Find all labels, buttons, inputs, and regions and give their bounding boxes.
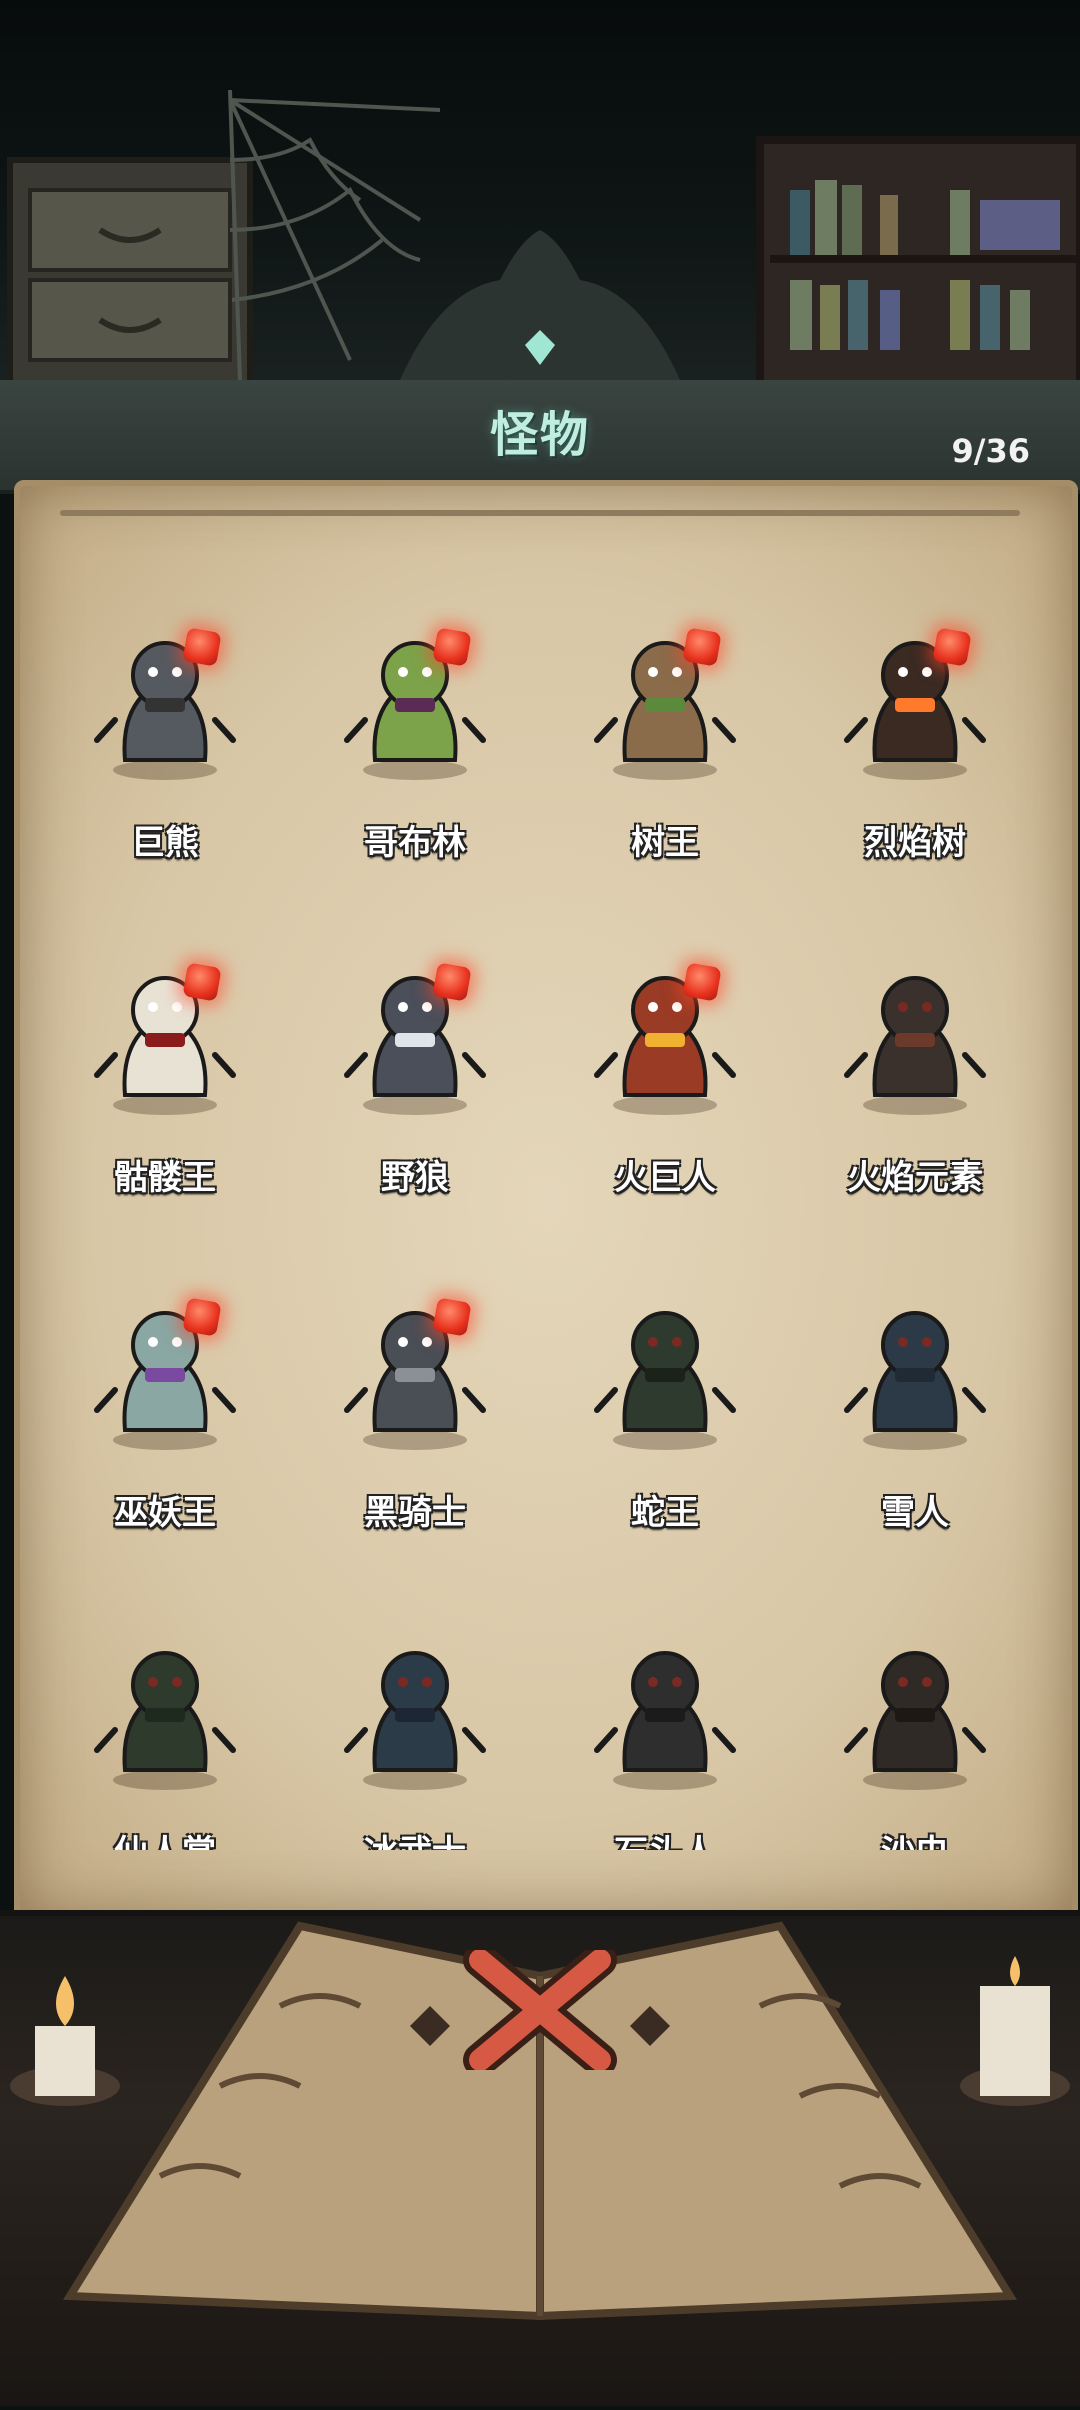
close-button[interactable] <box>460 1943 620 2077</box>
new-badge-icon <box>432 627 472 667</box>
monster-card[interactable]: 骷髅王 <box>40 935 290 1198</box>
monster-name: 石头人 <box>540 1825 790 1850</box>
new-badge-icon <box>432 962 472 1002</box>
candle-left-icon <box>10 1976 120 2106</box>
fire-elemental-icon <box>844 976 986 1115</box>
crest-ornament-icon <box>400 230 680 380</box>
collection-counter: 9/36 <box>951 432 1030 470</box>
top-scene-background <box>0 0 1080 400</box>
monster-name: 烈焰树 <box>864 823 966 863</box>
monster-card[interactable]: 火巨人 <box>540 935 790 1198</box>
new-badge-icon <box>682 962 722 1002</box>
fire-giant-icon <box>594 976 736 1115</box>
monster-name: 巫妖王 <box>114 1493 216 1533</box>
snake-king-icon <box>594 1311 736 1450</box>
goblin-icon <box>344 641 486 780</box>
monster-card[interactable]: 黑骑士 <box>290 1270 540 1533</box>
new-badge-icon <box>182 627 222 667</box>
monster-name: 冰武士 <box>290 1825 540 1850</box>
monster-card[interactable]: 哥布林 <box>290 600 540 863</box>
monster-grid: 巨熊 哥布林 树王 烈焰树 骷髅王 野狼 火巨人 火焰元素 巫妖王 黑骑士 蛇王… <box>40 600 1040 1850</box>
monster-name: 骷髅王 <box>114 1158 216 1198</box>
new-badge-icon <box>182 962 222 1002</box>
new-badge-icon <box>932 627 972 667</box>
monster-name: 野狼 <box>381 1158 449 1198</box>
lich-king-icon <box>94 1311 236 1450</box>
drawer-cabinet-icon <box>7 157 253 393</box>
sandworm-icon <box>844 1651 986 1790</box>
page-title: 怪物 <box>489 407 590 463</box>
monster-name: 巨熊 <box>131 823 199 863</box>
monster-card[interactable]: 沙虫 <box>790 1610 1040 1850</box>
monster-card[interactable]: 树王 <box>540 600 790 863</box>
cactus-icon <box>94 1651 236 1790</box>
new-badge-icon <box>682 627 722 667</box>
parchment-divider <box>60 510 1020 516</box>
treant-icon <box>594 641 736 780</box>
wolf-icon <box>344 976 486 1115</box>
monster-name: 火巨人 <box>614 1158 716 1198</box>
ice-warrior-icon <box>344 1651 486 1790</box>
monster-card[interactable]: 巫妖王 <box>40 1270 290 1533</box>
new-badge-icon <box>432 1297 472 1337</box>
bear-icon <box>94 641 236 780</box>
monster-card[interactable]: 巨熊 <box>40 600 290 863</box>
monster-card[interactable]: 冰武士 <box>290 1610 540 1850</box>
spider-web-icon <box>228 89 441 381</box>
monster-name: 黑骑士 <box>364 1493 466 1533</box>
close-x-icon <box>463 1943 617 2077</box>
black-knight-icon <box>344 1311 486 1450</box>
monster-card[interactable]: 火焰元素 <box>790 935 1040 1198</box>
candle-right-icon <box>960 1956 1070 2106</box>
monster-card[interactable]: 仙人掌 <box>40 1610 290 1850</box>
skeleton-king-icon <box>94 976 236 1115</box>
stone-golem-icon <box>594 1651 736 1790</box>
monster-card[interactable]: 石头人 <box>540 1610 790 1850</box>
monster-name: 树王 <box>631 823 699 863</box>
new-badge-icon <box>182 1297 222 1337</box>
monster-card[interactable]: 野狼 <box>290 935 540 1198</box>
monster-card[interactable]: 蛇王 <box>540 1270 790 1533</box>
monster-name: 哥布林 <box>364 823 466 863</box>
monster-name: 沙虫 <box>790 1825 1040 1850</box>
monster-card[interactable]: 雪人 <box>790 1270 1040 1533</box>
monster-name: 火焰元素 <box>847 1158 983 1198</box>
bookshelf-icon <box>756 136 1080 400</box>
monster-name: 蛇王 <box>631 1493 699 1533</box>
monster-card[interactable]: 烈焰树 <box>790 600 1040 863</box>
flame-tree-icon <box>844 641 986 780</box>
yeti-icon <box>844 1311 986 1450</box>
monster-name: 仙人掌 <box>40 1825 290 1850</box>
room-decoration <box>7 89 1080 400</box>
monster-name: 雪人 <box>881 1493 949 1533</box>
